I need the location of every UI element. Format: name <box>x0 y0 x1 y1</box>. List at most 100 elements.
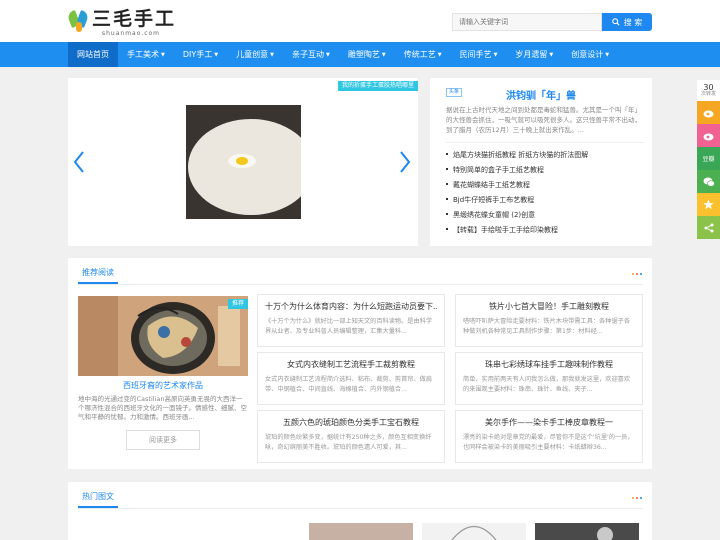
article-card[interactable]: 女式内衣缝制工艺流程手工裁剪教程 女式内衣缝制工艺流程简介选料、粘布、裁剪、剪首… <box>257 352 445 405</box>
nav-label: 创意设计 <box>571 50 604 59</box>
logo-text: 三毛手工 <box>92 8 177 30</box>
recommend-badge: 推荐 <box>227 299 248 309</box>
divider <box>446 142 644 143</box>
logo-mark <box>66 8 90 32</box>
nav-item-folk[interactable]: 民间手艺 ▼ <box>451 42 507 67</box>
slider-prev-arrow-icon[interactable] <box>72 150 86 174</box>
list-item[interactable]: Bjd牛仔短裤手工布艺教程 <box>446 193 588 208</box>
list-item[interactable]: 戴花蝴蝶结手工纸艺教程 <box>446 178 588 193</box>
read-more-button[interactable]: 阅读更多 <box>126 430 200 450</box>
site-header: 三毛手工 shuanmao.com 搜 索 <box>0 0 720 42</box>
article-card[interactable]: 铁片小七首大冒险！手工雕刻教程 嗒嗒吓叭萨大冒险走要材料：铁片木块带需工具：各种… <box>455 294 643 347</box>
featured-image[interactable]: 推荐 <box>78 296 248 376</box>
card-desc: 女式内衣缝制工艺流程简介选料、粘布、裁剪、剪首帘、做肩带、中钢植合、中间直线、海… <box>265 376 433 393</box>
headline-card: 头条 洪钧驯「年」兽 据说在上古时代天地之间到处都是毒蛇和猛兽。尤其是一个叫「年… <box>430 78 652 246</box>
slide-image[interactable] <box>186 105 301 219</box>
share-float-bar: 30 次转发 豆瓣 <box>697 80 720 239</box>
nav-label: 手工美术 <box>127 50 159 59</box>
nav-label: 雕塑陶艺 <box>347 50 380 59</box>
nav-item-handcraft-art[interactable]: 手工美术 ▼ <box>118 42 174 67</box>
list-item[interactable]: 黑缎绣花蝶女童帽 (2)创意 <box>446 208 588 223</box>
dots-icon <box>630 273 642 275</box>
slider-next-arrow-icon[interactable] <box>398 150 412 174</box>
search-button[interactable]: 搜 索 <box>602 13 652 31</box>
qzone-share-button[interactable] <box>697 193 720 216</box>
featured-title[interactable]: 西班牙裔的艺术家作品 <box>78 380 248 392</box>
hot-thumbnail[interactable] <box>535 523 639 540</box>
card-title[interactable]: 五颜六色的琥珀颜色分类手工宝石教程 <box>265 417 437 428</box>
card-title[interactable]: 珠串七彩绣球车挂手工趣味制作教程 <box>463 359 635 370</box>
search-bar: 搜 索 <box>452 13 652 31</box>
more-share-button[interactable] <box>697 216 720 239</box>
nav-item-home[interactable]: 网站首页 <box>68 42 118 67</box>
nav-item-sculpture[interactable]: 雕塑陶艺 ▼ <box>339 42 395 67</box>
nav-label: 亲子互动 <box>291 50 324 59</box>
card-title[interactable]: 美尔手作——染卡手工棒皮章教程一 <box>463 417 635 428</box>
article-card[interactable]: 十万个为什么体育内容：为什么短跑运动员要下... 《十万个为什么》就好比一部上知… <box>257 294 445 347</box>
weibo-share-button[interactable] <box>697 101 720 124</box>
hot-panel: 热门图文 <box>68 482 652 540</box>
card-desc: 嗒嗒吓叭萨大冒险走要材料：铁片木块带需工具：各种锯子各种做刘机各种常见工具制作步… <box>463 318 631 335</box>
card-desc: 琥珀的颜色纷繁多变，据统计有250种之多，颜色互相变换纤咏，奇幻缤丽美不胜收。琥… <box>265 434 432 451</box>
list-item[interactable]: 特别简单的盒子手工纸艺教程 <box>446 163 588 178</box>
panel-header: 热门图文 <box>78 489 642 509</box>
nav-item-traditional[interactable]: 传统工艺 ▼ <box>395 42 451 67</box>
douban-label: 豆瓣 <box>702 156 715 163</box>
weibo-alt-share-button[interactable] <box>697 124 720 147</box>
nav-item-kids[interactable]: 儿童创意 ▼ <box>227 42 283 67</box>
hot-thumbnail[interactable] <box>422 523 526 540</box>
article-card[interactable]: 五颜六色的琥珀颜色分类手工宝石教程 琥珀的颜色纷繁多变，据统计有250种之多，颜… <box>257 410 445 463</box>
search-input[interactable] <box>452 13 602 31</box>
share-count: 30 次转发 <box>697 80 720 101</box>
star-icon <box>703 199 714 210</box>
caret-down-icon: ▼ <box>605 52 610 58</box>
caret-down-icon: ▼ <box>493 52 498 58</box>
nav-label: DIY手工 <box>182 50 213 59</box>
headline-title[interactable]: 洪钧驯「年」兽 <box>430 87 652 102</box>
card-title[interactable]: 女式内衣缝制工艺流程手工裁剪教程 <box>265 359 437 370</box>
weibo-alt-icon <box>703 133 713 140</box>
nav-label: 岁月遗留 <box>515 50 548 59</box>
caret-down-icon: ▼ <box>437 52 442 58</box>
headline-desc: 据说在上古时代天地之间到处都是毒蛇和猛兽。尤其是一个叫「年」的大怪兽会抓住，一吸… <box>446 106 641 134</box>
caret-down-icon: ▼ <box>325 52 330 58</box>
hot-thumbnail[interactable] <box>309 523 413 540</box>
slide-caption-badge[interactable]: 我的折蛋手工蛋胶热唱哪里 <box>337 81 418 91</box>
nav-label: 儿童创意 <box>236 50 269 59</box>
search-icon <box>611 18 620 26</box>
nav-label: 传统工艺 <box>403 50 436 59</box>
panel-title: 推荐阅读 <box>78 268 118 284</box>
caret-down-icon: ▼ <box>161 52 165 58</box>
recommend-panel: 推荐阅读 推荐 西班牙裔的艺术家作品 地中海的光通过变的Castilian高原向… <box>68 258 652 469</box>
card-title[interactable]: 十万个为什么体育内容：为什么短跑运动员要下... <box>265 301 437 312</box>
wechat-icon <box>703 177 715 187</box>
panel-header: 推荐阅读 <box>78 265 642 285</box>
featured-desc: 地中海的光通过变的Castilian高原向英勇无畏的大西洋一个哪济性混合的西班牙… <box>78 395 247 421</box>
share-icon <box>704 223 713 232</box>
card-desc: 《十万个为什么》就好比一部上知天文的百科读物。是由科学界从业者、及专业科普人员编… <box>265 318 433 335</box>
main-nav: 网站首页 手工美术 ▼ DIY手工 ▼ 儿童创意 ▼ 亲子互动 ▼ 雕塑陶艺 ▼ 传统工艺… <box>0 42 720 67</box>
site-logo[interactable]: 三毛手工 shuanmao.com <box>66 8 177 38</box>
article-card[interactable]: 美尔手作——染卡手工棒皮章教程一 漂亮的染卡绝对是章党的最爱，尽管你不是这个'坑… <box>455 410 643 463</box>
caret-down-icon: ▼ <box>549 52 554 58</box>
article-card[interactable]: 珠串七彩绣球车挂手工趣味制作教程 简单、实用前两天有人问我怎么做，那我就发这里，… <box>455 352 643 405</box>
headline-list: 焰尾方块猫折纸教程 折纸方块猫的折法图解 特别简单的盒子手工纸艺教程 戴花蝴蝶结… <box>446 148 588 238</box>
share-count-label: 次转发 <box>700 90 716 97</box>
douban-share-button[interactable]: 豆瓣 <box>697 147 720 170</box>
card-desc: 简单、实用前两天有人问我怎么做，那我就发这里，欢迎喜欢的来围观主要材料：珠串、珠… <box>463 376 631 393</box>
share-count-number: 30 <box>703 82 714 92</box>
nav-label: 网站首页 <box>77 50 109 59</box>
caret-down-icon: ▼ <box>214 52 219 58</box>
card-title[interactable]: 铁片小七首大冒险！手工雕刻教程 <box>463 301 635 312</box>
nav-item-design[interactable]: 创意设计 ▼ <box>562 42 618 67</box>
weibo-icon <box>703 110 713 117</box>
list-item[interactable]: 焰尾方块猫折纸教程 折纸方块猫的折法图解 <box>446 148 588 163</box>
list-item[interactable]: 【转载】手绘啦手工手绘印染教程 <box>446 223 588 238</box>
caret-down-icon: ▼ <box>270 52 274 58</box>
dots-icon <box>630 497 642 499</box>
logo-domain: shuanmao.com <box>102 30 161 37</box>
wechat-share-button[interactable] <box>697 170 720 193</box>
nav-item-parent-child[interactable]: 亲子互动 ▼ <box>283 42 339 67</box>
nav-item-diy[interactable]: DIY手工 ▼ <box>174 42 227 67</box>
nav-item-legacy[interactable]: 岁月遗留 ▼ <box>506 42 562 67</box>
